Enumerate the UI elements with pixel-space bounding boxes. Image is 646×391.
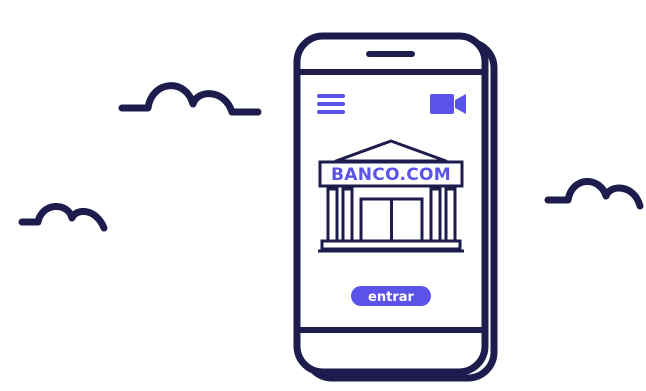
bank-base-top	[320, 239, 462, 251]
cloud-left-upper	[118, 82, 262, 116]
enter-button-label: entrar	[368, 290, 414, 305]
cloud-left-lower	[18, 203, 108, 232]
hamburger-menu-icon[interactable]	[316, 92, 346, 116]
illustration-scene: BANCO.COM entrar	[18, 32, 644, 382]
enter-button[interactable]: entrar	[351, 286, 431, 306]
video-camera-icon[interactable]	[430, 94, 466, 114]
bank-name-text: BANCO.COM	[331, 165, 451, 185]
cloud-right	[544, 178, 644, 210]
